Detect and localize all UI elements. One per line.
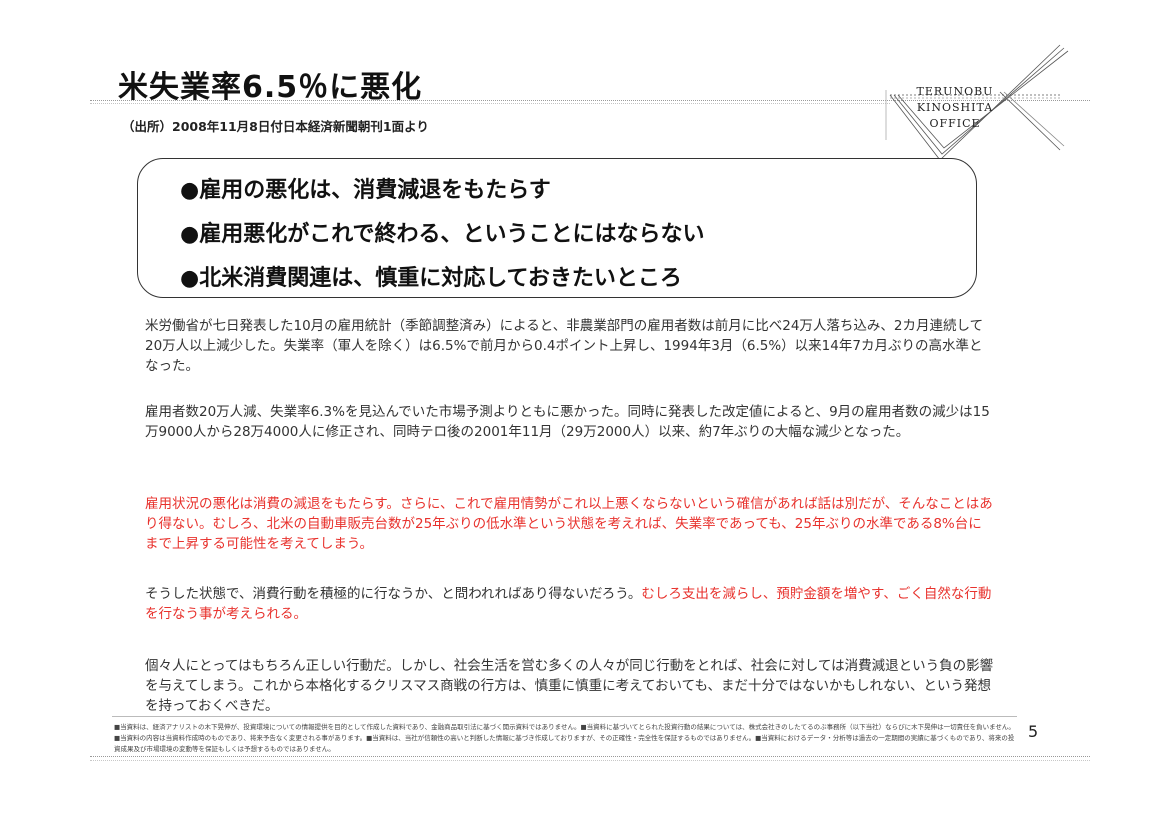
paragraph-3: 雇用状況の悪化は消費の減退をもたらす。さらに、これで雇用情勢がこれ以上悪くならな… <box>145 496 993 552</box>
logo-line-2: KINOSHITA <box>916 101 994 114</box>
office-logo-text: TERUNOBU KINOSHITA OFFICE <box>900 84 1010 132</box>
logo-line-1: TERUNOBU <box>916 85 994 98</box>
summary-point-3: ●北米消費関連は、慎重に対応しておきたいところ <box>180 266 682 291</box>
bottom-rule <box>90 756 1090 757</box>
page-number: 5 <box>1028 722 1039 741</box>
paragraph-4-normal: そうした状態で、消費行動を積極的に行なうか、と問われればあり得ないだろう。 <box>145 586 642 602</box>
paragraph-2: 雇用者数20万人減、失業率6.3%を見込んでいた市場予測よりともに悪かった。同時… <box>145 404 990 440</box>
summary-point-1: ●雇用の悪化は、消費減退をもたらす <box>180 178 551 203</box>
logo-line-3: OFFICE <box>929 117 981 130</box>
footer-divider <box>112 716 1017 717</box>
source-citation: （出所）2008年11月8日付日本経済新聞朝刊1面より <box>122 119 429 134</box>
disclaimer-text: ■当資料は、経済アナリストの木下晃伸が、投資環境についての情報提供を目的として作… <box>114 723 1015 753</box>
paragraph-5: 個々人にとってはもちろん正しい行動だ。しかし、社会生活を営む多くの人々が同じ行動… <box>145 658 994 714</box>
title-underline-secondary <box>90 103 890 104</box>
paragraph-1: 米労働省が七日発表した10月の雇用統計（季節調整済み）によると、非農業部門の雇用… <box>145 318 984 374</box>
paragraph-4: そうした状態で、消費行動を積極的に行なうか、と問われればあり得ないだろう。むしろ… <box>145 584 995 624</box>
disclaimer: ■当資料は、経済アナリストの木下晃伸が、投資環境についての情報提供を目的として作… <box>114 722 1019 755</box>
summary-point-2: ●雇用悪化がこれで終わる、ということにはならない <box>180 222 705 247</box>
bottom-rule-secondary <box>90 760 1090 761</box>
